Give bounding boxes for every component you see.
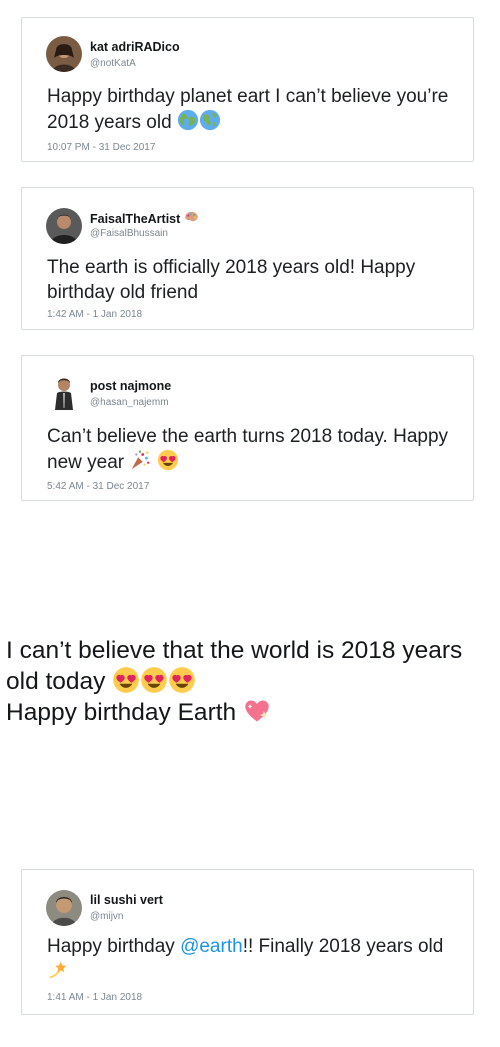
tweet-text: The earth is officially 2018 years old! … bbox=[47, 257, 416, 303]
display-name[interactable]: lil sushi vert bbox=[90, 893, 163, 907]
user-handle[interactable]: @hasan_najemm bbox=[90, 397, 169, 408]
tweet-text: Happy birthday @earth!! Finally 2018 yea… bbox=[47, 934, 457, 985]
tweet-card[interactable]: FaisalTheArtist @FaisalBhussain The eart… bbox=[21, 187, 474, 330]
tweet-card[interactable]: kat adriRADico @notKatA Happy birthday p… bbox=[21, 17, 474, 162]
dizzy-icon bbox=[48, 960, 68, 979]
sparkling-heart-icon bbox=[245, 700, 269, 722]
timestamp[interactable]: 1:42 AM - 1 Jan 2018 bbox=[47, 309, 142, 320]
timestamp[interactable]: 10:07 PM - 31 Dec 2017 bbox=[47, 142, 155, 153]
globe-europe-africa-icon bbox=[177, 109, 199, 131]
user-handle[interactable]: @mijvn bbox=[90, 911, 124, 922]
tweet-text-after: !! Finally 2018 years old bbox=[242, 936, 444, 957]
timestamp[interactable]: 5:42 AM - 31 Dec 2017 bbox=[47, 481, 149, 492]
avatar[interactable] bbox=[46, 374, 82, 410]
tweet-text-before: Happy birthday bbox=[47, 936, 181, 957]
tweet-text-content: Happy birthday planet eart I can’t belie… bbox=[47, 86, 449, 133]
mention-link[interactable]: @earth bbox=[180, 936, 243, 957]
globe-americas-icon bbox=[199, 109, 221, 131]
heart-eyes-face-icon bbox=[113, 667, 140, 693]
tweet-text: Happy birthday planet eart I can’t belie… bbox=[47, 84, 457, 135]
avatar[interactable] bbox=[46, 890, 82, 926]
display-name-text: FaisalTheArtist bbox=[90, 212, 181, 226]
caption-text: I can’t believe that the world is 2018 y… bbox=[6, 635, 496, 728]
avatar[interactable] bbox=[46, 208, 82, 244]
tweet-text: Can’t believe the earth turns 2018 today… bbox=[47, 424, 457, 475]
timestamp[interactable]: 1:41 AM - 1 Jan 2018 bbox=[47, 992, 142, 1003]
display-name[interactable]: kat adriRADico bbox=[90, 40, 180, 54]
tweet-text-content: Can’t believe the earth turns 2018 today… bbox=[47, 426, 449, 473]
heart-eyes-face-icon bbox=[169, 667, 196, 693]
heart-eyes-face-icon bbox=[157, 449, 178, 471]
tweet-card[interactable]: post najmone @hasan_najemm Can’t believe… bbox=[21, 355, 474, 501]
caption-line-2: Happy birthday Earth bbox=[6, 699, 237, 726]
palette-icon bbox=[185, 211, 198, 222]
heart-eyes-face-icon bbox=[141, 667, 168, 693]
caption-line-1: I can’t believe that the world is 2018 y… bbox=[6, 637, 463, 695]
user-handle[interactable]: @notKatA bbox=[90, 58, 136, 69]
tweet-card[interactable]: lil sushi vert @mijvn Happy birthday @ea… bbox=[21, 869, 474, 1015]
display-name[interactable]: post najmone bbox=[90, 379, 171, 393]
display-name[interactable]: FaisalTheArtist bbox=[90, 210, 199, 226]
user-handle[interactable]: @FaisalBhussain bbox=[90, 228, 168, 239]
avatar[interactable] bbox=[46, 36, 82, 72]
confetti-ball-icon bbox=[132, 450, 150, 470]
